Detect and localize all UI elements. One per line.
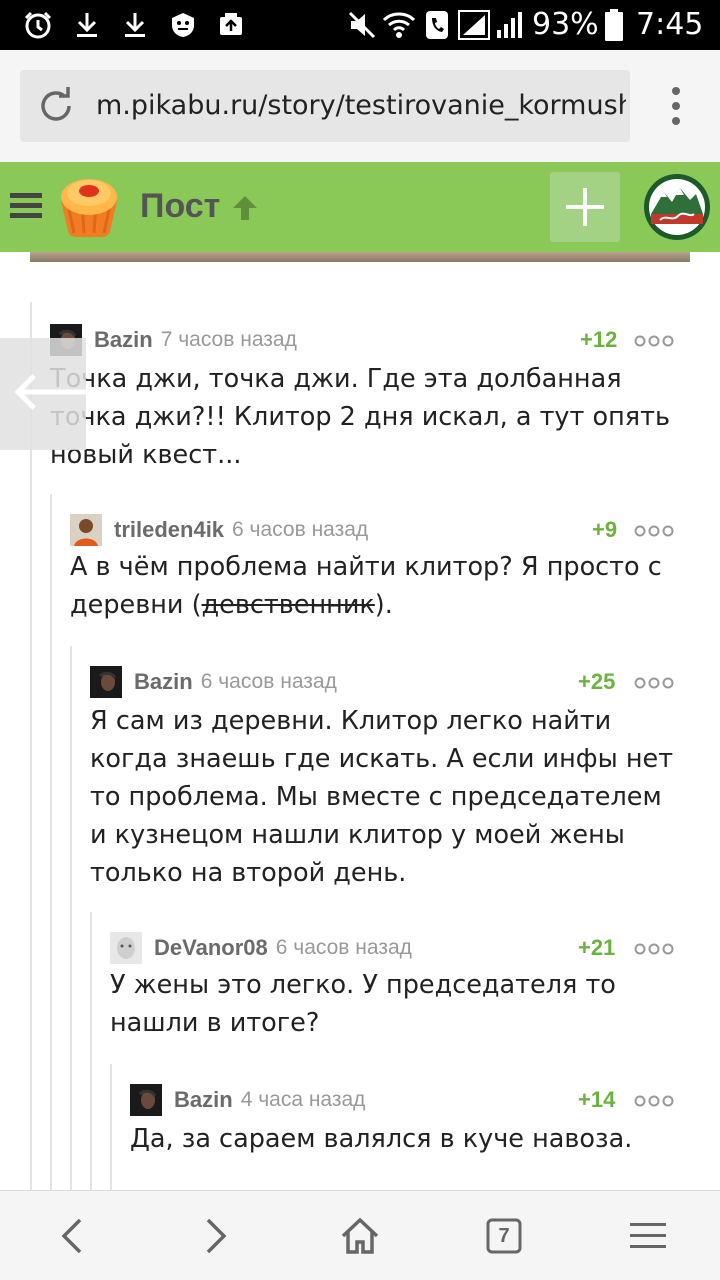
forward-icon[interactable] xyxy=(196,1216,236,1256)
photo-upload-icon xyxy=(216,10,246,40)
clock: 7:45 xyxy=(636,7,704,42)
comment: Bazin 4 часа назад +14 Да, за сараем вал… xyxy=(130,1084,680,1164)
add-post-button[interactable] xyxy=(550,172,620,242)
thread-line xyxy=(110,1064,112,1190)
comment-author[interactable]: trileden4ik xyxy=(114,517,224,543)
site-header: Пост xyxy=(0,162,720,252)
post-image-edge xyxy=(30,252,690,262)
more-options-icon[interactable] xyxy=(634,1095,674,1107)
comment-meta: Bazin 6 часов назад xyxy=(90,666,337,698)
avatar[interactable] xyxy=(130,1084,162,1116)
address-bar[interactable]: m.pikabu.ru/story/testirovanie_kormushki… xyxy=(20,70,630,142)
more-options-icon[interactable] xyxy=(634,525,674,537)
download-icon xyxy=(74,10,100,40)
comment: Bazin 7 часов назад +12 Точка джи, точка… xyxy=(50,324,680,474)
scroll-up-icon[interactable] xyxy=(230,194,260,222)
strikethrough-text: девственник xyxy=(201,590,375,620)
comment-author[interactable]: Bazin xyxy=(134,669,193,695)
comment-rating: +21 xyxy=(578,935,616,960)
home-icon[interactable] xyxy=(340,1216,380,1256)
reload-icon[interactable] xyxy=(36,86,76,126)
phone-icon xyxy=(424,10,450,40)
url-text[interactable]: m.pikabu.ru/story/testirovanie_kormushki… xyxy=(96,88,626,124)
more-options-icon[interactable] xyxy=(634,943,674,955)
comment: DeVanor08 6 часов назад +21 У жены это л… xyxy=(110,932,680,1052)
thread-line xyxy=(90,912,92,1190)
back-arrow-icon xyxy=(14,374,86,410)
thread-line xyxy=(70,646,72,1190)
signal-icon xyxy=(458,10,490,40)
browser-bottom-bar: 7 xyxy=(0,1190,720,1280)
tabs-button[interactable]: 7 xyxy=(484,1216,524,1256)
plus-icon xyxy=(566,188,604,226)
comment-rating: +14 xyxy=(578,1087,616,1112)
more-options-icon[interactable] xyxy=(634,677,674,689)
battery-percent: 93% xyxy=(532,7,599,42)
mute-icon xyxy=(346,10,378,40)
comment-rating: +9 xyxy=(592,517,618,542)
avatar[interactable] xyxy=(90,666,122,698)
comment-author[interactable]: DeVanor08 xyxy=(154,935,268,961)
thread-line xyxy=(50,494,52,1190)
comment-text: Точка джи, точка джи. Где эта долбанная … xyxy=(50,364,670,470)
user-avatar[interactable] xyxy=(642,172,712,242)
pikabu-logo[interactable] xyxy=(55,175,123,239)
comment-time[interactable]: 6 часов назад xyxy=(276,936,412,960)
comment-meta: DeVanor08 6 часов назад xyxy=(110,932,412,964)
comment-meta: Bazin 4 часа назад xyxy=(130,1084,365,1116)
tab-count: 7 xyxy=(498,1224,510,1247)
download-icon xyxy=(122,10,148,40)
comment-author[interactable]: Bazin xyxy=(174,1087,233,1113)
comment-rating: +25 xyxy=(578,669,616,694)
comment-time[interactable]: 4 часа назад xyxy=(241,1088,366,1112)
signal-icon xyxy=(494,10,524,40)
screen: 93% 7:45 m.pikabu.ru/story/testirovanie_… xyxy=(0,0,720,1280)
page-title: Пост xyxy=(140,187,221,225)
comment-time[interactable]: 6 часов назад xyxy=(232,518,368,542)
avatar[interactable] xyxy=(110,932,142,964)
alarm-icon xyxy=(22,10,54,40)
comment-meta: trileden4ik 6 часов назад xyxy=(70,514,368,546)
hamburger-menu-icon[interactable] xyxy=(10,192,42,220)
more-options-icon[interactable] xyxy=(634,335,674,347)
comment-time[interactable]: 7 часов назад xyxy=(161,328,297,352)
comment-text-part: ). xyxy=(374,590,393,620)
battery-icon xyxy=(604,9,624,41)
wifi-call-icon xyxy=(382,10,416,40)
overflow-menu-icon[interactable] xyxy=(658,86,694,126)
browser-toolbar: m.pikabu.ru/story/testirovanie_kormushki… xyxy=(0,50,720,162)
comment-text: Да, за сараем валялся в куче навоза. xyxy=(130,1124,633,1154)
avatar[interactable] xyxy=(70,514,102,546)
comment-meta: Bazin 7 часов назад xyxy=(50,324,297,356)
shield-app-icon xyxy=(168,10,198,40)
back-icon[interactable] xyxy=(52,1216,92,1256)
back-gesture-button[interactable] xyxy=(0,338,86,450)
menu-icon[interactable] xyxy=(628,1216,668,1256)
comment-time[interactable]: 6 часов назад xyxy=(201,670,337,694)
comment-rating: +12 xyxy=(580,327,618,352)
comment-author[interactable]: Bazin xyxy=(94,327,153,353)
comment-text: А в чём проблема найти клитор? Я просто … xyxy=(70,548,670,624)
comment-text: У жены это легко. У председателя то нашл… xyxy=(110,970,616,1038)
comment-text: Я сам из деревни. Клитор легко найти ког… xyxy=(90,706,674,888)
comment: Bazin 6 часов назад +25 Я сам из деревни… xyxy=(90,666,680,896)
status-bar: 93% 7:45 xyxy=(0,0,720,50)
comment: trileden4ik 6 часов назад +9 А в чём про… xyxy=(70,514,680,634)
